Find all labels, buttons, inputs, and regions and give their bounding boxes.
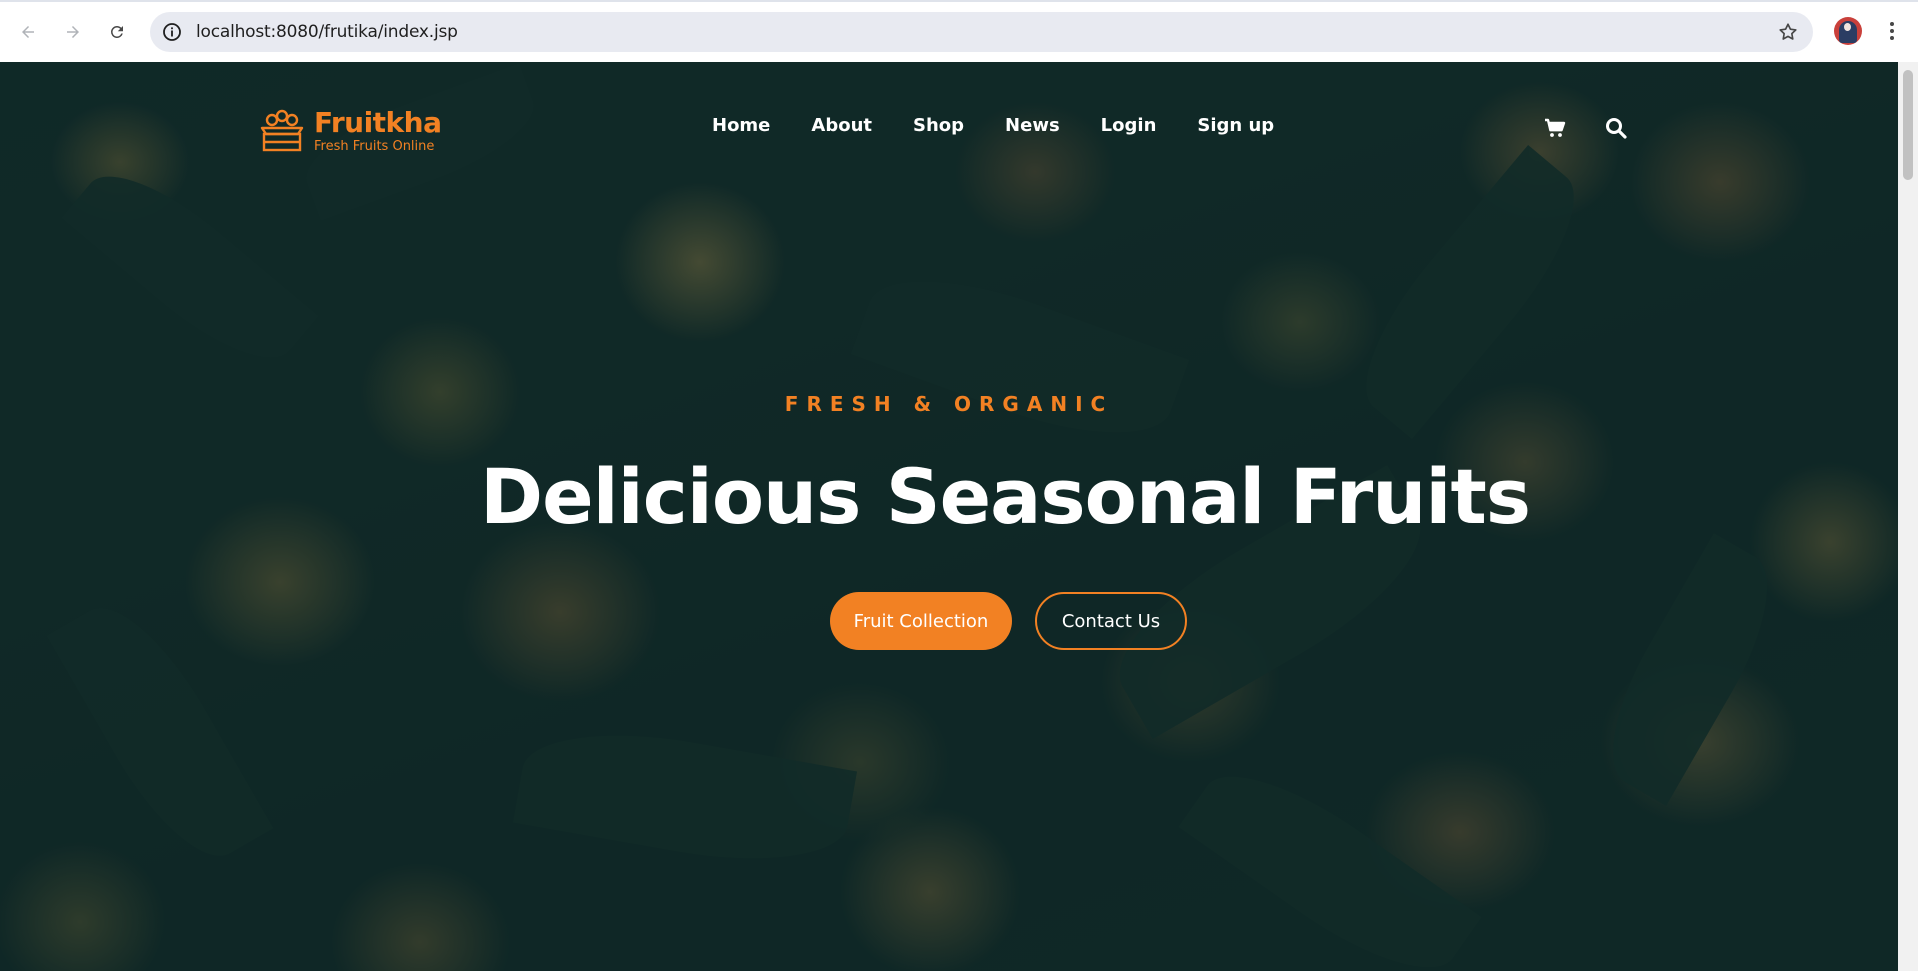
search-icon[interactable] [1604, 116, 1628, 140]
hero-subtitle: FRESH & ORGANIC [784, 392, 1114, 416]
address-bar[interactable]: localhost:8080/frutika/index.jsp [150, 12, 1813, 52]
scrollbar-thumb[interactable] [1903, 70, 1913, 180]
shopping-cart-icon[interactable] [1543, 116, 1567, 140]
tab-strip-edge [0, 0, 1918, 2]
fruit-collection-button[interactable]: Fruit Collection [830, 592, 1012, 650]
logo-tagline: Fresh Fruits Online [314, 139, 435, 154]
nav-sign-up[interactable]: Sign up [1197, 115, 1274, 136]
hero-title: Delicious Seasonal Fruits [479, 452, 1531, 541]
hero-section: Fruitkha Fresh Fruits Online Home About … [0, 62, 1898, 971]
browser-toolbar: localhost:8080/frutika/index.jsp [0, 0, 1918, 62]
url-text[interactable]: localhost:8080/frutika/index.jsp [196, 22, 458, 42]
site-info-icon[interactable] [162, 22, 182, 42]
nav-shop[interactable]: Shop [913, 115, 964, 136]
nav-login[interactable]: Login [1101, 115, 1157, 136]
nav-home[interactable]: Home [712, 115, 770, 136]
arrow-left-icon [22, 26, 34, 38]
menu-dot-icon [1890, 22, 1894, 26]
forward-button[interactable] [57, 16, 89, 48]
nav-about[interactable]: About [811, 115, 872, 136]
nav-news[interactable]: News [1005, 115, 1060, 136]
profile-avatar[interactable] [1834, 17, 1862, 45]
reload-button[interactable] [101, 16, 133, 48]
arrow-right-icon [67, 26, 79, 38]
browser-menu-button[interactable] [1880, 18, 1904, 44]
bookmark-star-icon[interactable] [1777, 21, 1799, 43]
reload-icon [110, 25, 123, 38]
contact-us-button[interactable]: Contact Us [1035, 592, 1187, 650]
menu-dot-icon [1890, 36, 1894, 40]
site-logo[interactable]: Fruitkha Fresh Fruits Online [258, 106, 442, 154]
avatar-face [1844, 23, 1851, 31]
main-navigation: Home About Shop News Login Sign up [712, 115, 1274, 136]
menu-dot-icon [1890, 29, 1894, 33]
page-scrollbar[interactable] [1898, 62, 1918, 971]
fruit-crate-icon [260, 109, 304, 152]
logo-brand: Fruitkha [314, 106, 442, 139]
back-button[interactable] [12, 16, 44, 48]
